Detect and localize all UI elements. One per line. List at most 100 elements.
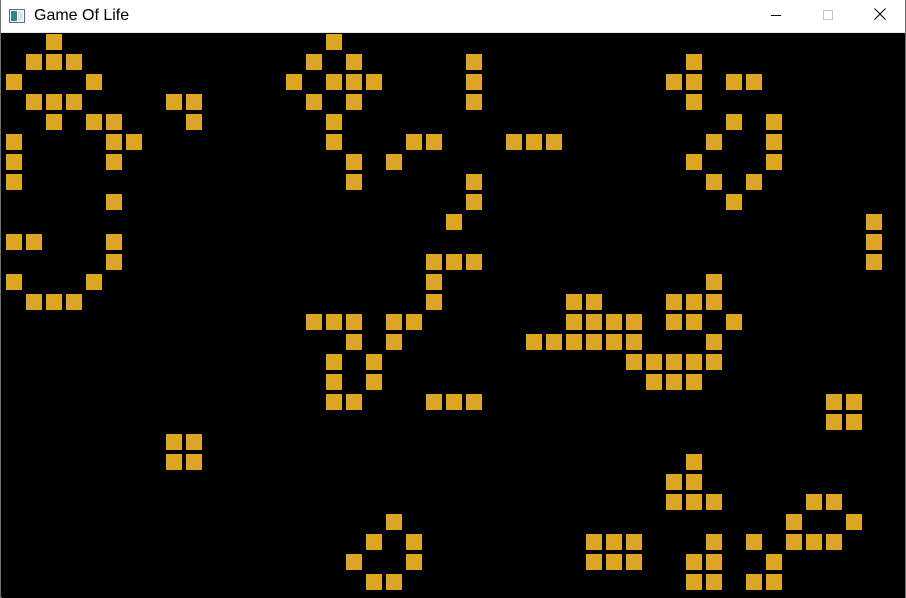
live-cell[interactable] [186, 114, 202, 130]
live-cell[interactable] [666, 354, 682, 370]
live-cell[interactable] [326, 314, 342, 330]
live-cell[interactable] [66, 294, 82, 310]
live-cell[interactable] [686, 574, 702, 590]
live-cell[interactable] [306, 54, 322, 70]
live-cell[interactable] [406, 314, 422, 330]
live-cell[interactable] [786, 534, 802, 550]
live-cell[interactable] [626, 314, 642, 330]
live-cell[interactable] [86, 74, 102, 90]
live-cell[interactable] [286, 74, 302, 90]
live-cell[interactable] [686, 54, 702, 70]
live-cell[interactable] [326, 74, 342, 90]
live-cell[interactable] [626, 334, 642, 350]
life-grid[interactable] [2, 33, 905, 598]
live-cell[interactable] [426, 274, 442, 290]
live-cell[interactable] [106, 134, 122, 150]
live-cell[interactable] [166, 434, 182, 450]
live-cell[interactable] [106, 154, 122, 170]
live-cell[interactable] [666, 474, 682, 490]
live-cell[interactable] [66, 94, 82, 110]
live-cell[interactable] [646, 374, 662, 390]
live-cell[interactable] [306, 94, 322, 110]
maximize-button[interactable] [805, 0, 851, 32]
live-cell[interactable] [106, 114, 122, 130]
minimize-button[interactable] [753, 0, 799, 32]
live-cell[interactable] [706, 354, 722, 370]
live-cell[interactable] [706, 134, 722, 150]
live-cell[interactable] [866, 214, 882, 230]
live-cell[interactable] [426, 254, 442, 270]
live-cell[interactable] [386, 514, 402, 530]
live-cell[interactable] [346, 554, 362, 570]
live-cell[interactable] [66, 54, 82, 70]
live-cell[interactable] [806, 534, 822, 550]
live-cell[interactable] [346, 74, 362, 90]
live-cell[interactable] [326, 134, 342, 150]
live-cell[interactable] [466, 54, 482, 70]
live-cell[interactable] [826, 394, 842, 410]
live-cell[interactable] [686, 474, 702, 490]
live-cell[interactable] [606, 314, 622, 330]
live-cell[interactable] [566, 334, 582, 350]
live-cell[interactable] [466, 94, 482, 110]
live-cell[interactable] [566, 314, 582, 330]
live-cell[interactable] [526, 334, 542, 350]
live-cell[interactable] [706, 274, 722, 290]
live-cell[interactable] [786, 514, 802, 530]
live-cell[interactable] [6, 74, 22, 90]
live-cell[interactable] [846, 514, 862, 530]
live-cell[interactable] [106, 254, 122, 270]
live-cell[interactable] [186, 434, 202, 450]
live-cell[interactable] [706, 554, 722, 570]
live-cell[interactable] [6, 154, 22, 170]
live-cell[interactable] [46, 294, 62, 310]
live-cell[interactable] [686, 374, 702, 390]
live-cell[interactable] [686, 294, 702, 310]
live-cell[interactable] [586, 334, 602, 350]
live-cell[interactable] [766, 114, 782, 130]
live-cell[interactable] [746, 574, 762, 590]
live-cell[interactable] [866, 254, 882, 270]
live-cell[interactable] [366, 354, 382, 370]
live-cell[interactable] [606, 534, 622, 550]
live-cell[interactable] [26, 234, 42, 250]
live-cell[interactable] [806, 494, 822, 510]
live-cell[interactable] [46, 34, 62, 50]
live-cell[interactable] [166, 454, 182, 470]
live-cell[interactable] [186, 94, 202, 110]
live-cell[interactable] [86, 274, 102, 290]
live-cell[interactable] [166, 94, 182, 110]
live-cell[interactable] [26, 294, 42, 310]
live-cell[interactable] [26, 54, 42, 70]
live-cell[interactable] [326, 394, 342, 410]
live-cell[interactable] [666, 374, 682, 390]
live-cell[interactable] [26, 94, 42, 110]
close-button[interactable] [857, 0, 903, 32]
live-cell[interactable] [306, 314, 322, 330]
live-cell[interactable] [566, 294, 582, 310]
live-cell[interactable] [706, 494, 722, 510]
live-cell[interactable] [686, 494, 702, 510]
live-cell[interactable] [326, 114, 342, 130]
live-cell[interactable] [626, 554, 642, 570]
live-cell[interactable] [546, 134, 562, 150]
live-cell[interactable] [746, 74, 762, 90]
live-cell[interactable] [826, 494, 842, 510]
live-cell[interactable] [326, 354, 342, 370]
live-cell[interactable] [706, 174, 722, 190]
title-bar[interactable]: Game Of Life [1, 0, 905, 33]
live-cell[interactable] [346, 174, 362, 190]
live-cell[interactable] [746, 174, 762, 190]
live-cell[interactable] [386, 154, 402, 170]
live-cell[interactable] [666, 314, 682, 330]
live-cell[interactable] [726, 194, 742, 210]
live-cell[interactable] [666, 294, 682, 310]
live-cell[interactable] [686, 74, 702, 90]
live-cell[interactable] [706, 334, 722, 350]
live-cell[interactable] [346, 94, 362, 110]
live-cell[interactable] [746, 534, 762, 550]
live-cell[interactable] [686, 354, 702, 370]
live-cell[interactable] [446, 394, 462, 410]
live-cell[interactable] [386, 574, 402, 590]
live-cell[interactable] [446, 254, 462, 270]
